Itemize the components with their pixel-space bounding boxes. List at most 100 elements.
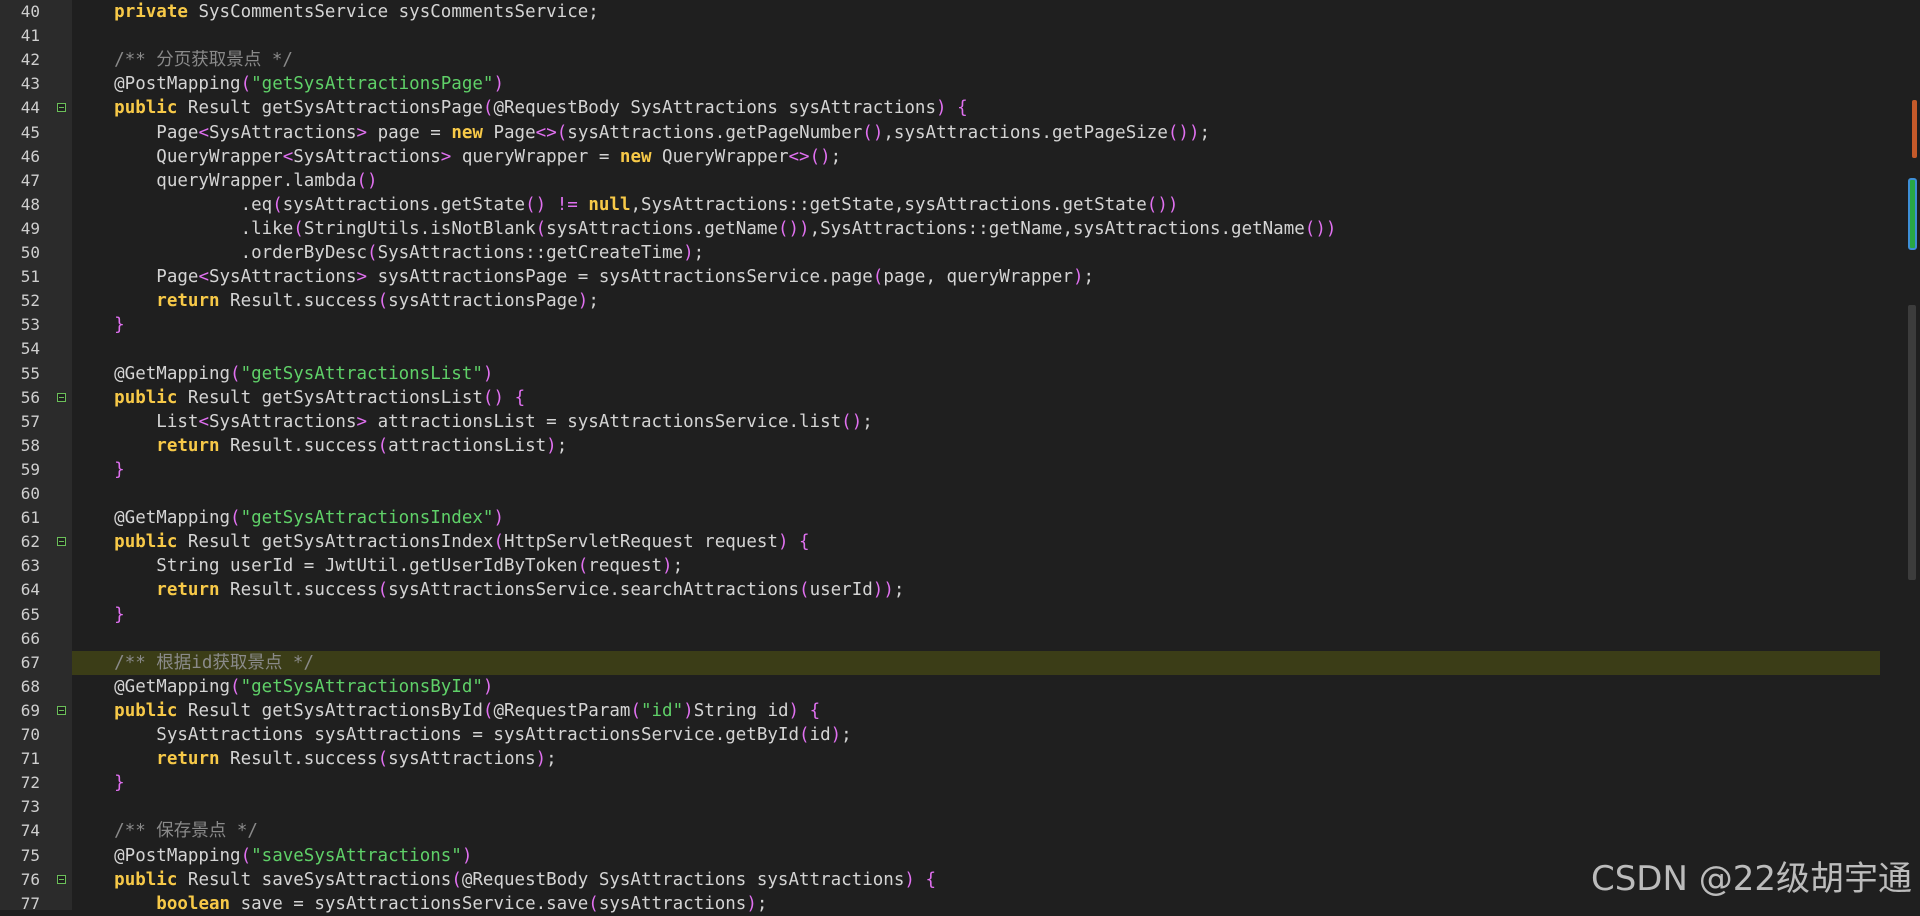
- code-line[interactable]: 55 @GetMapping("getSysAttractionsList"): [0, 362, 1900, 386]
- line-number: 77: [20, 894, 40, 913]
- code-text[interactable]: }: [72, 603, 1880, 627]
- code-text[interactable]: @PostMapping("getSysAttractionsPage"): [72, 72, 1880, 96]
- code-text[interactable]: [72, 795, 1880, 819]
- code-line[interactable]: 40 private SysCommentsService sysComment…: [0, 0, 1900, 24]
- code-text[interactable]: @GetMapping("getSysAttractionsList"): [72, 362, 1880, 386]
- code-line[interactable]: 59 }: [0, 458, 1900, 482]
- line-number: 65: [20, 605, 40, 624]
- line-number: 68: [20, 677, 40, 696]
- line-number: 48: [20, 195, 40, 214]
- line-number: 69: [20, 701, 40, 720]
- code-line[interactable]: 46 QueryWrapper<SysAttractions> queryWra…: [0, 145, 1900, 169]
- code-line[interactable]: 44 public Result getSysAttractionsPage(@…: [0, 96, 1900, 120]
- code-text[interactable]: @GetMapping("getSysAttractionsIndex"): [72, 506, 1880, 530]
- code-line[interactable]: 66: [0, 627, 1900, 651]
- fold-marker-icon[interactable]: [57, 537, 66, 546]
- line-number: 53: [20, 315, 40, 334]
- code-text[interactable]: public Result getSysAttractionsList() {: [72, 386, 1880, 410]
- code-line[interactable]: 71 return Result.success(sysAttractions)…: [0, 747, 1900, 771]
- code-text[interactable]: public Result getSysAttractionsIndex(Htt…: [72, 530, 1880, 554]
- code-line[interactable]: 60: [0, 482, 1900, 506]
- code-line[interactable]: 41: [0, 24, 1900, 48]
- code-text[interactable]: [72, 482, 1880, 506]
- scrollbar-thumb[interactable]: [1908, 305, 1916, 580]
- code-line[interactable]: 45 Page<SysAttractions> page = new Page<…: [0, 121, 1900, 145]
- code-line[interactable]: 73: [0, 795, 1900, 819]
- code-text[interactable]: [72, 24, 1880, 48]
- code-line[interactable]: 57 List<SysAttractions> attractionsList …: [0, 410, 1900, 434]
- code-editor[interactable]: 40 private SysCommentsService sysComment…: [0, 0, 1920, 914]
- code-text[interactable]: /** 根据id获取景点 */: [72, 651, 1880, 675]
- code-text[interactable]: /** 分页获取景点 */: [72, 48, 1880, 72]
- code-line[interactable]: 51 Page<SysAttractions> sysAttractionsPa…: [0, 265, 1900, 289]
- code-text[interactable]: Page<SysAttractions> sysAttractionsPage …: [72, 265, 1880, 289]
- code-text[interactable]: return Result.success(attractionsList);: [72, 434, 1880, 458]
- line-number: 72: [20, 773, 40, 792]
- code-line[interactable]: 70 SysAttractions sysAttractions = sysAt…: [0, 723, 1900, 747]
- code-text[interactable]: SysAttractions sysAttractions = sysAttra…: [72, 723, 1880, 747]
- code-text[interactable]: Page<SysAttractions> page = new Page<>(s…: [72, 121, 1880, 145]
- code-line[interactable]: 48 .eq(sysAttractions.getState() != null…: [0, 193, 1900, 217]
- fold-marker-icon[interactable]: [57, 103, 66, 112]
- fold-marker-icon[interactable]: [57, 875, 66, 884]
- line-number: 55: [20, 364, 40, 383]
- code-line[interactable]: 67 /** 根据id获取景点 */: [0, 651, 1900, 675]
- line-number: 64: [20, 580, 40, 599]
- code-text[interactable]: }: [72, 313, 1880, 337]
- code-line[interactable]: 64 return Result.success(sysAttractionsS…: [0, 578, 1900, 602]
- code-text[interactable]: .orderByDesc(SysAttractions::getCreateTi…: [72, 241, 1880, 265]
- code-text[interactable]: [72, 337, 1880, 361]
- code-text[interactable]: public Result getSysAttractionsPage(@Req…: [72, 96, 1880, 120]
- code-text[interactable]: List<SysAttractions> attractionsList = s…: [72, 410, 1880, 434]
- code-text[interactable]: String userId = JwtUtil.getUserIdByToken…: [72, 554, 1880, 578]
- code-line[interactable]: 63 String userId = JwtUtil.getUserIdByTo…: [0, 554, 1900, 578]
- code-line[interactable]: 53 }: [0, 313, 1900, 337]
- code-text[interactable]: return Result.success(sysAttractions);: [72, 747, 1880, 771]
- code-line[interactable]: 74 /** 保存景点 */: [0, 819, 1900, 843]
- scrollbar-marker-warning: [1912, 100, 1917, 158]
- code-text[interactable]: QueryWrapper<SysAttractions> queryWrappe…: [72, 145, 1880, 169]
- line-number: 49: [20, 219, 40, 238]
- code-line[interactable]: 43 @PostMapping("getSysAttractionsPage"): [0, 72, 1900, 96]
- code-line[interactable]: 72 }: [0, 771, 1900, 795]
- csdn-watermark: CSDN @22级胡宇通: [1590, 859, 1912, 899]
- code-text[interactable]: }: [72, 458, 1880, 482]
- code-text[interactable]: .like(StringUtils.isNotBlank(sysAttracti…: [72, 217, 1880, 241]
- code-text[interactable]: return Result.success(sysAttractionsPage…: [72, 289, 1880, 313]
- line-number: 51: [20, 267, 40, 286]
- line-number: 56: [20, 388, 40, 407]
- fold-marker-icon[interactable]: [57, 706, 66, 715]
- code-line[interactable]: 69 public Result getSysAttractionsById(@…: [0, 699, 1900, 723]
- line-number: 54: [20, 339, 40, 358]
- code-line[interactable]: 58 return Result.success(attractionsList…: [0, 434, 1900, 458]
- line-number: 43: [20, 74, 40, 93]
- code-line[interactable]: 62 public Result getSysAttractionsIndex(…: [0, 530, 1900, 554]
- code-text[interactable]: private SysCommentsService sysCommentsSe…: [72, 0, 1880, 24]
- line-number: 45: [20, 123, 40, 142]
- line-number: 50: [20, 243, 40, 262]
- line-number: 57: [20, 412, 40, 431]
- code-line[interactable]: 49 .like(StringUtils.isNotBlank(sysAttra…: [0, 217, 1900, 241]
- code-line[interactable]: 52 return Result.success(sysAttractionsP…: [0, 289, 1900, 313]
- fold-marker-icon[interactable]: [57, 393, 66, 402]
- code-text[interactable]: .eq(sysAttractions.getState() != null,Sy…: [72, 193, 1880, 217]
- code-line[interactable]: 50 .orderByDesc(SysAttractions::getCreat…: [0, 241, 1900, 265]
- code-line[interactable]: 47 queryWrapper.lambda(): [0, 169, 1900, 193]
- code-line[interactable]: 61 @GetMapping("getSysAttractionsIndex"): [0, 506, 1900, 530]
- code-text[interactable]: public Result getSysAttractionsById(@Req…: [72, 699, 1880, 723]
- line-number: 70: [20, 725, 40, 744]
- line-number: 42: [20, 50, 40, 69]
- code-line[interactable]: 65 }: [0, 603, 1900, 627]
- vertical-scrollbar[interactable]: [1902, 0, 1920, 910]
- code-line[interactable]: 56 public Result getSysAttractionsList()…: [0, 386, 1900, 410]
- code-line[interactable]: 42 /** 分页获取景点 */: [0, 48, 1900, 72]
- code-text[interactable]: [72, 627, 1880, 651]
- code-line[interactable]: 68 @GetMapping("getSysAttractionsById"): [0, 675, 1900, 699]
- code-line[interactable]: 54: [0, 337, 1900, 361]
- code-text[interactable]: queryWrapper.lambda(): [72, 169, 1880, 193]
- code-text[interactable]: return Result.success(sysAttractionsServ…: [72, 578, 1880, 602]
- code-text[interactable]: /** 保存景点 */: [72, 819, 1880, 843]
- code-text[interactable]: }: [72, 771, 1880, 795]
- code-text[interactable]: @GetMapping("getSysAttractionsById"): [72, 675, 1880, 699]
- line-number: 62: [20, 532, 40, 551]
